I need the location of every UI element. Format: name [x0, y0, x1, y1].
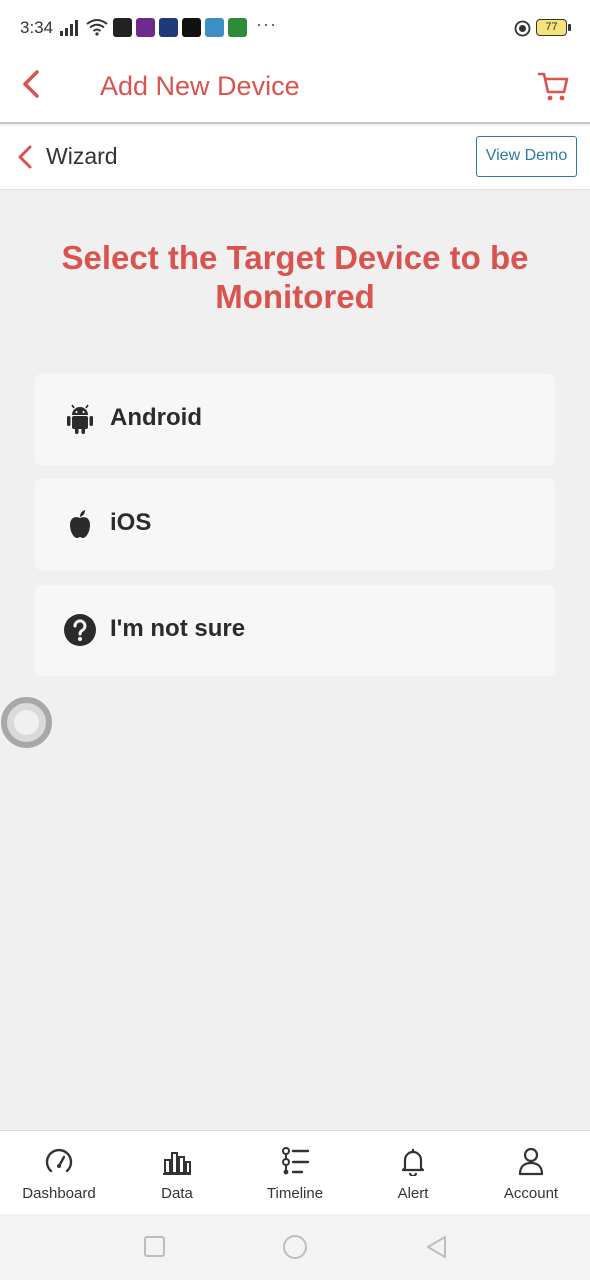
app-notification-icon [136, 18, 155, 37]
bell-icon [401, 1149, 425, 1176]
bar-chart-icon [163, 1152, 191, 1175]
option-ios[interactable]: iOS [35, 479, 555, 570]
apple-icon [70, 510, 90, 538]
view-demo-button[interactable]: View Demo [476, 136, 577, 177]
question-icon [64, 614, 96, 646]
nav-dashboard[interactable]: Dashboard [0, 1131, 118, 1215]
nav-label: Data [161, 1185, 193, 1202]
option-not-sure[interactable]: I'm not sure [35, 585, 555, 676]
nav-label: Alert [397, 1185, 429, 1202]
tiktok-icon [182, 18, 201, 37]
wizard-label: Wizard [46, 143, 118, 169]
gauge-icon [45, 1148, 73, 1173]
app-notification-icon [205, 18, 224, 37]
cart-icon[interactable] [536, 68, 572, 104]
nav-label: Dashboard [22, 1185, 96, 1202]
nav-timeline[interactable]: Timeline [236, 1131, 354, 1215]
app-notification-icon [113, 18, 132, 37]
app-notification-icon [159, 18, 178, 37]
notification-icons [113, 18, 247, 37]
back-nav-icon[interactable] [424, 1234, 450, 1260]
headline: Select the Target Device to be Monitored [61, 239, 529, 315]
nav-alert[interactable]: Alert [354, 1131, 472, 1215]
option-android[interactable]: Android [35, 374, 555, 465]
user-icon [518, 1147, 544, 1176]
recents-icon[interactable] [142, 1234, 168, 1260]
wifi-icon [86, 19, 108, 36]
system-nav-bar [0, 1214, 590, 1280]
nav-account[interactable]: Account [472, 1131, 590, 1215]
wizard-back-icon[interactable] [14, 144, 36, 170]
more-notifications-icon: ··· [256, 14, 277, 34]
nav-data[interactable]: Data [118, 1131, 236, 1215]
battery-icon: 77 [536, 19, 571, 36]
option-label: Android [110, 404, 202, 431]
bottom-nav: Dashboard Data Timeline Alert Account [0, 1130, 590, 1214]
status-time: 3:34 [20, 18, 54, 37]
timeline-icon [282, 1147, 310, 1175]
page-title: Add New Device [100, 71, 300, 101]
nav-label: Timeline [266, 1185, 324, 1202]
nav-label: Account [503, 1185, 559, 1202]
app-bar: Add New Device [0, 58, 590, 124]
option-label: iOS [110, 509, 152, 536]
status-indicator-icon [514, 20, 531, 37]
android-icon [67, 404, 93, 434]
home-icon[interactable] [282, 1234, 308, 1260]
status-bar: 3:34 ··· 77 [0, 0, 590, 58]
assistive-touch-button[interactable] [1, 697, 52, 748]
signal-icon [60, 20, 78, 36]
chevron-left-icon[interactable] [18, 70, 48, 100]
app-notification-icon [228, 18, 247, 37]
option-label: I'm not sure [110, 615, 246, 642]
wizard-bar: Wizard View Demo [0, 126, 590, 190]
